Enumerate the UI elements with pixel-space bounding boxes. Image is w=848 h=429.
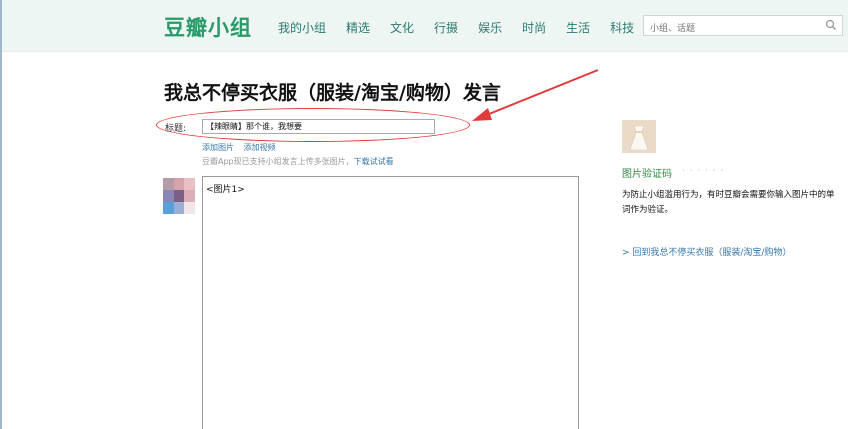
nav-item-travel[interactable]: 行摄	[434, 19, 458, 36]
captcha-title: 图片验证码	[622, 169, 672, 180]
add-image-link[interactable]: 添加图片	[202, 143, 234, 152]
content-editor[interactable]: <图片1>	[202, 176, 579, 429]
nav-item-culture[interactable]: 文化	[390, 19, 414, 36]
media-links: 添加图片 添加视频	[202, 142, 283, 153]
title-input[interactable]	[202, 119, 435, 134]
nav-item-entertainment[interactable]: 娱乐	[478, 19, 502, 36]
app-note-text: 豆瓣App现已支持小组发言上传多张图片，	[202, 157, 354, 166]
search-box	[643, 15, 843, 39]
title-label: 标题:	[165, 124, 187, 134]
search-input[interactable]	[644, 19, 819, 39]
search-icon[interactable]	[825, 19, 837, 31]
page-title: 我总不停买衣服（服装/淘宝/购物）发言	[164, 82, 501, 104]
nav-item-tech[interactable]: 科技	[610, 19, 634, 36]
nav-item-fashion[interactable]: 时尚	[522, 19, 546, 36]
captcha-dots: · · · · · ·	[682, 166, 725, 176]
download-app-link[interactable]: 下载试试看	[354, 157, 394, 166]
back-to-group-link[interactable]: > 回到我总不停买衣服（服装/淘宝/购物）	[622, 245, 791, 258]
captcha-image	[622, 120, 656, 153]
app-note: 豆瓣App现已支持小组发言上传多张图片，下载试试看	[202, 156, 394, 167]
page: 豆瓣小组 我的小组 精选 文化 行摄 娱乐 时尚 生活 科技 我总不停买衣服（服…	[0, 0, 848, 429]
nav-item-life[interactable]: 生活	[566, 19, 590, 36]
logo[interactable]: 豆瓣小组	[164, 12, 252, 42]
nav-item-featured[interactable]: 精选	[346, 19, 370, 36]
header: 豆瓣小组 我的小组 精选 文化 行摄 娱乐 时尚 生活 科技	[2, 0, 848, 52]
nav-item-my-groups[interactable]: 我的小组	[278, 19, 326, 36]
add-video-link[interactable]: 添加视频	[244, 143, 276, 152]
captcha-description: 为防止小组滥用行为，有时豆瓣会需要你输入图片中的单词作为验证。	[622, 190, 835, 215]
main-nav: 我的小组 精选 文化 行摄 娱乐 时尚 生活 科技	[278, 19, 654, 36]
avatar	[163, 178, 195, 214]
editor-content: <图片1>	[206, 185, 245, 195]
dress-image-icon	[622, 120, 656, 153]
